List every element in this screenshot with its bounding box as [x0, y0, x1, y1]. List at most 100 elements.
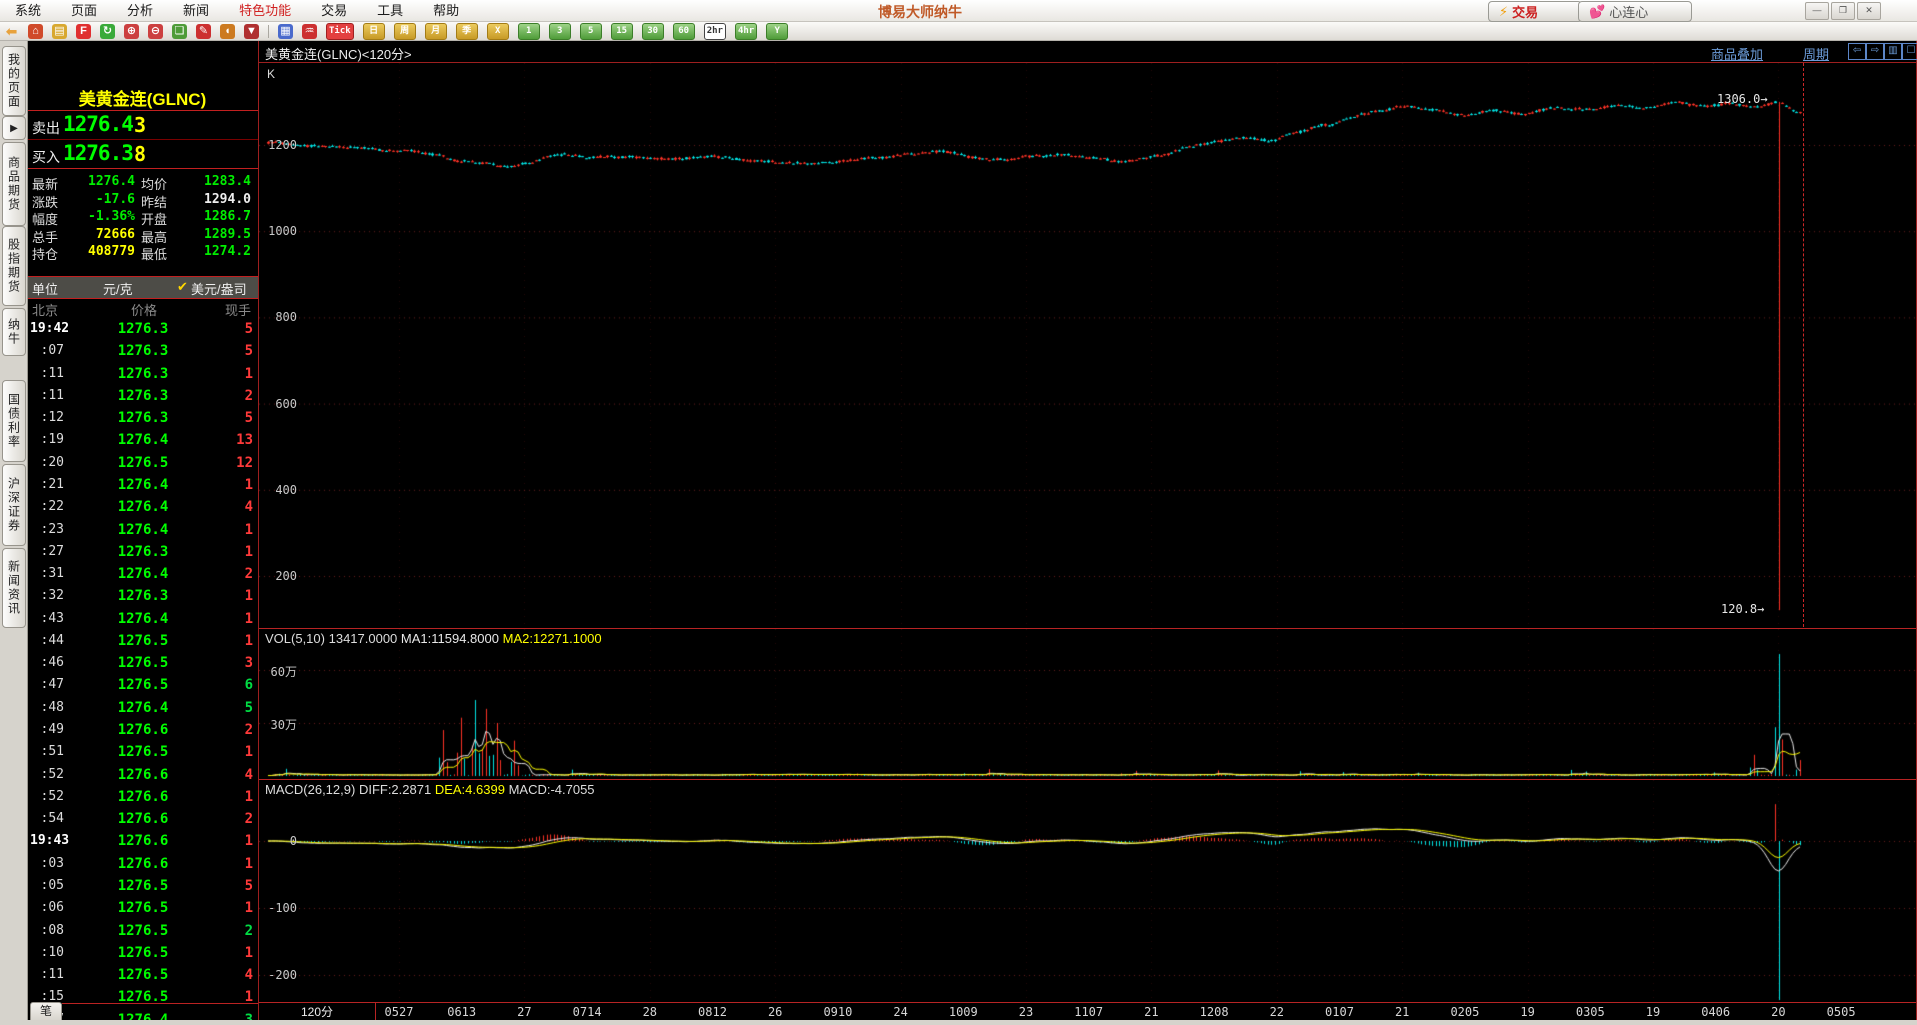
col-price: 价格: [131, 300, 157, 319]
menu-3[interactable]: 新闻: [168, 0, 224, 21]
time-axis-label: 19: [1646, 1005, 1660, 1019]
unit-option-gram[interactable]: 元/克: [103, 279, 133, 298]
menu-0[interactable]: 系统: [0, 0, 56, 21]
period-button-周[interactable]: 周: [394, 23, 416, 40]
vol-indicator-label: VOL(5,10) 13417.0000 MA1:11594.8000 MA2:…: [265, 631, 602, 646]
tick-list-header: 北京 价格 现手: [27, 300, 258, 320]
volume-canvas[interactable]: [259, 629, 1916, 779]
ask-label: 卖出: [32, 118, 60, 138]
unit-option-ounce[interactable]: 美元/盎司: [191, 279, 247, 298]
bid-row[interactable]: 买入 1276.3 8: [27, 141, 258, 168]
volume-pane[interactable]: VOL(5,10) 13417.0000 MA1:11594.8000 MA2:…: [259, 628, 1916, 779]
tick-cell: 1: [207, 544, 253, 560]
heart-link-button[interactable]: 💕 心连心: [1578, 1, 1692, 22]
candle-pane[interactable]: K 12001000800600400200 1306.0→ 120.8→: [259, 63, 1916, 627]
bid-price: 1276.3: [63, 141, 133, 165]
macd-indicator-label: MACD(26,12,9) DIFF:2.2871 DEA:4.6399 MAC…: [265, 782, 595, 797]
overlay-link[interactable]: 商品叠加: [1711, 44, 1763, 63]
menu-2[interactable]: 分析: [112, 0, 168, 21]
sidebar-tab-4[interactable]: 纳牛: [2, 308, 26, 356]
tick-cell: 1: [207, 789, 253, 805]
horn-icon[interactable]: ◖: [220, 24, 235, 39]
sidebar-tab-6[interactable]: 沪深证券: [2, 464, 26, 546]
period-button-5[interactable]: 5: [580, 23, 602, 40]
col-volume: 现手: [225, 300, 251, 319]
sidebar-tab-7[interactable]: 新闻资讯: [2, 548, 26, 628]
period-button-Y[interactable]: Y: [766, 23, 788, 40]
period-link[interactable]: 周期: [1803, 44, 1829, 63]
menu-7[interactable]: 帮助: [418, 0, 474, 21]
menu-5[interactable]: 交易: [306, 0, 362, 21]
minimize-button[interactable]: —: [1805, 2, 1829, 20]
kline-icon[interactable]: ♒: [302, 24, 317, 39]
layers-icon[interactable]: ❏: [172, 24, 187, 39]
tick-cell: 2: [207, 811, 253, 827]
tick-cell: 1276.4: [115, 522, 171, 538]
next-contract-icon[interactable]: ⇨: [1866, 43, 1884, 60]
zoom-out-icon[interactable]: ⊖: [148, 24, 163, 39]
refresh-icon[interactable]: ↻: [100, 24, 115, 39]
trade-button[interactable]: ⚡ 交易: [1488, 1, 1582, 22]
back-icon[interactable]: ⬅: [4, 24, 19, 39]
period-button-X[interactable]: X: [487, 23, 509, 40]
hearts-icon: 💕: [1589, 4, 1605, 20]
low-annotation: 120.8→: [1721, 602, 1764, 616]
tick-cell: 19:43: [30, 833, 64, 848]
fin-icon[interactable]: F: [76, 24, 91, 39]
menu-1[interactable]: 页面: [56, 0, 112, 21]
tick-cell: 1276.4: [115, 611, 171, 627]
period-button-4hr[interactable]: 4hr: [735, 23, 757, 40]
period-button-季[interactable]: 季: [456, 23, 478, 40]
page-setup-icon[interactable]: ▤: [52, 24, 67, 39]
sidebar-tab-2[interactable]: 商品期货: [2, 142, 26, 226]
menu-6[interactable]: 工具: [362, 0, 418, 21]
sidebar-tab-3[interactable]: 股指期货: [2, 226, 26, 306]
stat: -17.6: [67, 192, 135, 207]
tick-cell: 1276.5: [115, 900, 171, 916]
macd-canvas[interactable]: [259, 780, 1916, 1002]
period-button-15[interactable]: 15: [611, 23, 633, 40]
close-button[interactable]: ✕: [1857, 2, 1881, 20]
menu-4[interactable]: 特色功能: [224, 0, 306, 21]
sidebar-tab-1[interactable]: ▶: [2, 116, 26, 140]
crosshair-line: [1803, 63, 1804, 627]
prev-contract-icon[interactable]: ⇦: [1848, 43, 1866, 60]
period-button-2hr[interactable]: 2hr: [704, 23, 726, 40]
period-button-30[interactable]: 30: [642, 23, 664, 40]
edit-icon[interactable]: ✎: [196, 24, 211, 39]
period-button-60[interactable]: 60: [673, 23, 695, 40]
tick-mode-tab[interactable]: 笔: [30, 1002, 62, 1021]
tick-list[interactable]: 19:421276.35:071276.35:111276.31:111276.…: [27, 321, 258, 1025]
home-icon[interactable]: ⌂: [28, 24, 43, 39]
period-button-Tick[interactable]: Tick: [326, 23, 354, 40]
tick-cell: :11: [30, 366, 64, 381]
quote-grid-icon[interactable]: ▦: [278, 24, 293, 39]
menu-items: 系统页面分析新闻特色功能交易工具帮助: [0, 0, 474, 21]
stat-row: 幅度-1.36%开盘1286.7: [27, 209, 258, 226]
tick-cell: 1276.6: [115, 856, 171, 872]
tick-cell: :23: [30, 522, 64, 537]
tick-cell: 1: [207, 611, 253, 627]
maximize-button[interactable]: ❐: [1831, 2, 1855, 20]
maximize-chart-icon[interactable]: ☐: [1902, 43, 1917, 60]
sidebar-tab-5[interactable]: 国债利率: [2, 380, 26, 462]
tick-cell: 1276.5: [115, 878, 171, 894]
ask-row[interactable]: 卖出 1276.4 3: [27, 112, 258, 139]
zoom-in-icon[interactable]: ⊕: [124, 24, 139, 39]
sidebar-tab-0[interactable]: 我的页面: [2, 46, 26, 116]
period-button-日[interactable]: 日: [363, 23, 385, 40]
unit-label: 单位: [32, 279, 58, 298]
period-button-1[interactable]: 1: [518, 23, 540, 40]
divider: [27, 139, 258, 140]
period-button-3[interactable]: 3: [549, 23, 571, 40]
split-view-icon[interactable]: ▥: [1884, 43, 1902, 60]
period-button-月[interactable]: 月: [425, 23, 447, 40]
stat: 72666: [67, 227, 135, 242]
filter-icon[interactable]: ▼: [244, 24, 259, 39]
macd-pane[interactable]: MACD(26,12,9) DIFF:2.2871 DEA:4.6399 MAC…: [259, 779, 1916, 1002]
candlestick-canvas[interactable]: [259, 63, 1916, 627]
tick-cell: 1: [207, 945, 253, 961]
period-box[interactable]: 120分: [259, 1003, 376, 1021]
volume-axis-label: 60万: [261, 663, 297, 680]
stat: 幅度: [32, 209, 58, 228]
